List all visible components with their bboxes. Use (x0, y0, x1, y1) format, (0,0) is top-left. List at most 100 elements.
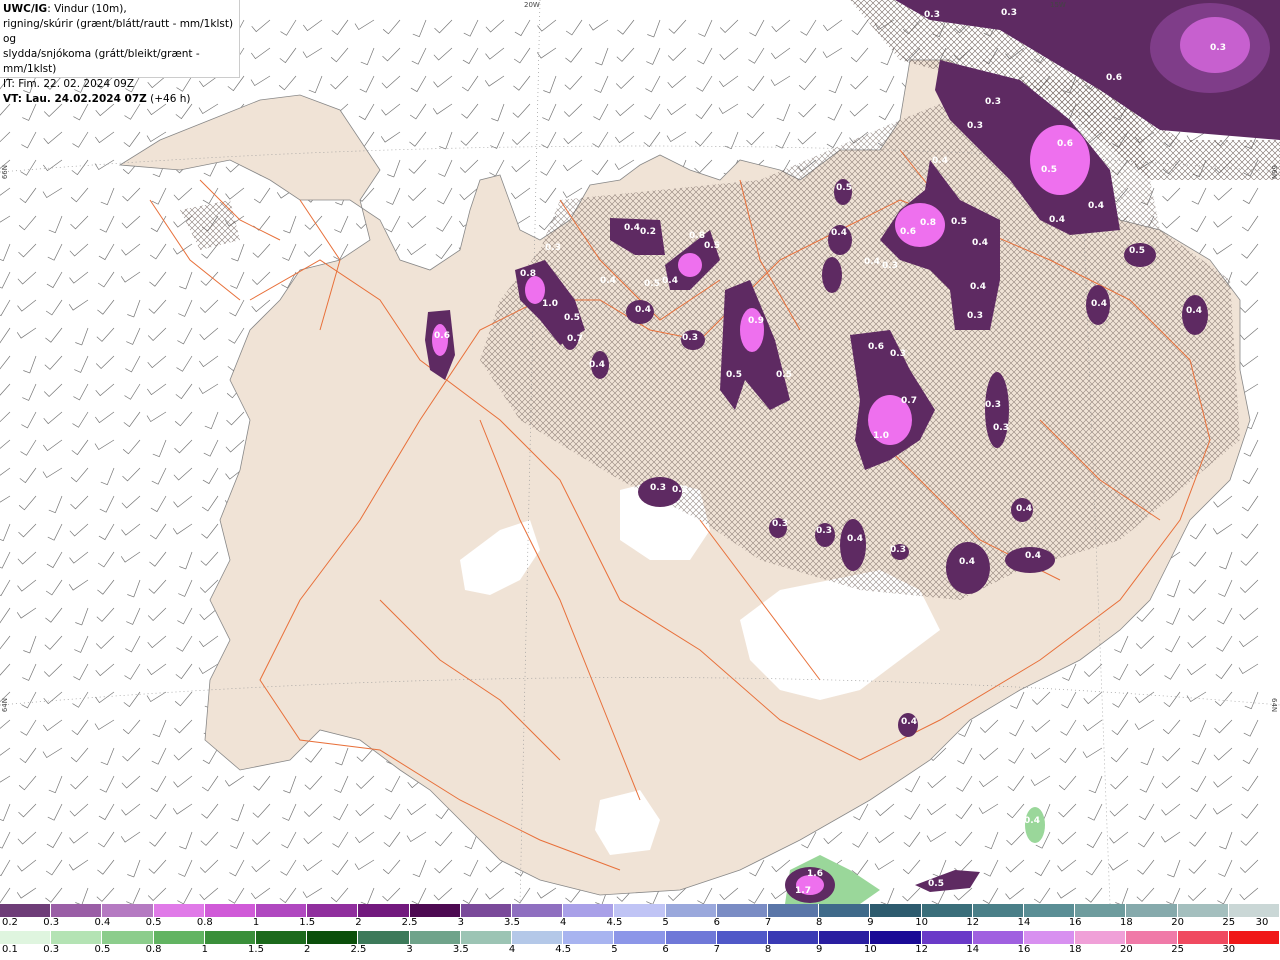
precip-value-label: 0.5 (644, 279, 660, 289)
rain-scale-label: 2 (304, 944, 311, 955)
rain-scale-swatch (256, 931, 308, 944)
precip-value-label: 0.5 (726, 370, 742, 380)
precip-value-label: 0.4 (972, 238, 988, 248)
precip-value-label: 0.4 (847, 534, 863, 544)
title-line1: : Vindur (10m), (47, 3, 127, 15)
precip-value-label: 0.4 (662, 276, 678, 286)
precip-value-label: 0.6 (1106, 73, 1122, 83)
precip-value-label: 0.4 (1088, 201, 1104, 211)
precip-value-label: 0.3 (967, 121, 983, 131)
snow-scale-swatch (1228, 904, 1280, 917)
snow-scale-label: 12 (966, 917, 980, 928)
snow-scale-swatch (921, 904, 973, 917)
precip-value-label: 0.4 (1049, 215, 1065, 225)
title-line3: slydda/snjókoma (grátt/bleikt/grænt - mm… (3, 48, 200, 75)
precip-value-label: 0.3 (545, 243, 561, 253)
precip-value-label: 0.4 (1016, 504, 1032, 514)
rain-scale-swatch (512, 931, 564, 944)
snow-scale-swatch (409, 904, 461, 917)
snow-scale-swatch (716, 904, 769, 917)
snow-scale-label: 0.5 (145, 917, 162, 928)
rain-scale-label: 20 (1120, 944, 1133, 955)
precip-value-label: 0.4 (1186, 306, 1202, 316)
snow-scale-swatch (563, 904, 615, 917)
precip-value-label: 0.6 (900, 227, 916, 237)
precip-value-label: 0.3 (985, 97, 1001, 107)
snow-scale-label: 1 (252, 917, 260, 928)
snow-scale-label: 2.5 (401, 917, 418, 928)
rain-scale-label: 8 (764, 944, 772, 955)
snow-scale-label: 18 (1120, 917, 1133, 928)
rain-scale-swatch (307, 931, 359, 944)
snow-scale-label: 10 (915, 917, 928, 928)
snow-scale-label: 0.3 (43, 917, 60, 928)
precip-value-label: 0.5 (836, 183, 852, 193)
precip-value-label: 0.7 (901, 396, 917, 406)
initial-time: IT: Fim. 22. 02. 2024 09Z (3, 78, 135, 90)
snow-scale-label: 3 (457, 917, 464, 928)
rain-scale-swatch (665, 931, 717, 944)
precip-value-label: 0.3 (890, 545, 906, 555)
rain-scale-label: 18 (1068, 944, 1082, 955)
snow-scale-label: 0.8 (196, 917, 213, 928)
precip-value-label: 0.4 (600, 276, 616, 286)
snow-scale-swatch (972, 904, 1025, 917)
snow-scale-label: 7 (764, 917, 772, 928)
rain-scale-swatch (51, 931, 103, 944)
rain-scale-swatch (716, 931, 769, 944)
precip-value-label: 0.3 (924, 10, 940, 20)
rain-scale-label: 9 (816, 944, 823, 955)
rain-scale-label: 7 (713, 944, 720, 955)
precip-value-label: 0.5 (1129, 246, 1145, 256)
precip-value-label: 0.2 (640, 227, 656, 237)
precip-value-label: 0.3 (682, 333, 698, 343)
rain-scale-swatch (614, 931, 666, 944)
rain-scale-label: 0.8 (145, 944, 162, 955)
precip-value-label: 0.4 (959, 557, 975, 567)
snow-scale-label: 5 (662, 917, 669, 928)
precip-value-label: 0.5 (1041, 165, 1057, 175)
snow-scale-swatch (51, 904, 103, 917)
rain-scale-swatch (1177, 931, 1229, 944)
precip-value-label: 0.4 (1025, 551, 1041, 561)
lat-label-right-64n: 64N (1270, 698, 1278, 713)
rain-scale-swatch (102, 931, 154, 944)
snow-scale-swatch (0, 904, 52, 917)
precip-value-label: 0.8 (689, 231, 705, 241)
precip-value-label: 0.4 (831, 228, 847, 238)
snow-scale-swatch (307, 904, 359, 917)
rain-scale-label: 0.3 (43, 944, 60, 955)
rain-scale-swatch (921, 931, 973, 944)
snow-scale-swatch (819, 904, 871, 917)
rain-scale-label: 5 (611, 944, 618, 955)
snow-scale-label: 16 (1068, 917, 1082, 928)
snow-scale-label: 9 (867, 917, 874, 928)
valid-time: VT: Lau. 24.02.2024 07Z (3, 93, 147, 105)
precip-value-label: 0.6 (1057, 139, 1073, 149)
precip-value-label: 1.0 (542, 299, 558, 309)
precip-value-label: 1.7 (795, 886, 811, 896)
rain-scale-label: 2.5 (350, 944, 367, 955)
weather-map: 0.3 0.30.30.60.30.30.60.50.40.40.40.50.4 0… (0, 0, 1280, 904)
rain-scale-swatch (358, 931, 410, 944)
rain-scale-label: 6 (662, 944, 669, 955)
precip-value-label: 1.0 (873, 431, 889, 441)
precip-value-label: 0.8 (520, 269, 536, 279)
rain-colorbar-labels: 0.1 0.3 0.5 0.8 1 1.5 2 2.5 3 3.5 4 4.5 5 6 7 8 9 10 12 14 1… (0, 944, 1280, 958)
rain-scale-swatch (1024, 931, 1076, 944)
lat-label-right-66n: 66N (1270, 165, 1278, 180)
precip-value-label: 0.3 (816, 526, 832, 536)
snow-scale-swatch (1024, 904, 1076, 917)
map-legend: UWC/IG: Vindur (10m), rigning/skúrir (gr… (0, 0, 240, 105)
rain-scale-swatch (204, 931, 257, 944)
precip-value-label: 0.3 (650, 483, 666, 493)
rain-scale-label: 3 (406, 944, 413, 955)
precip-value-label: 0.4 (635, 305, 651, 315)
precip-value-label: 0.3 (882, 261, 898, 271)
rain-scale-swatch (1126, 931, 1178, 944)
valid-time-offset: (+46 h) (150, 93, 191, 105)
rain-scale-label: 0.5 (94, 944, 111, 955)
snow-scale-swatch (665, 904, 717, 917)
rain-scale-label: 3.5 (452, 944, 469, 955)
rain-scale-label: 4 (508, 944, 516, 955)
